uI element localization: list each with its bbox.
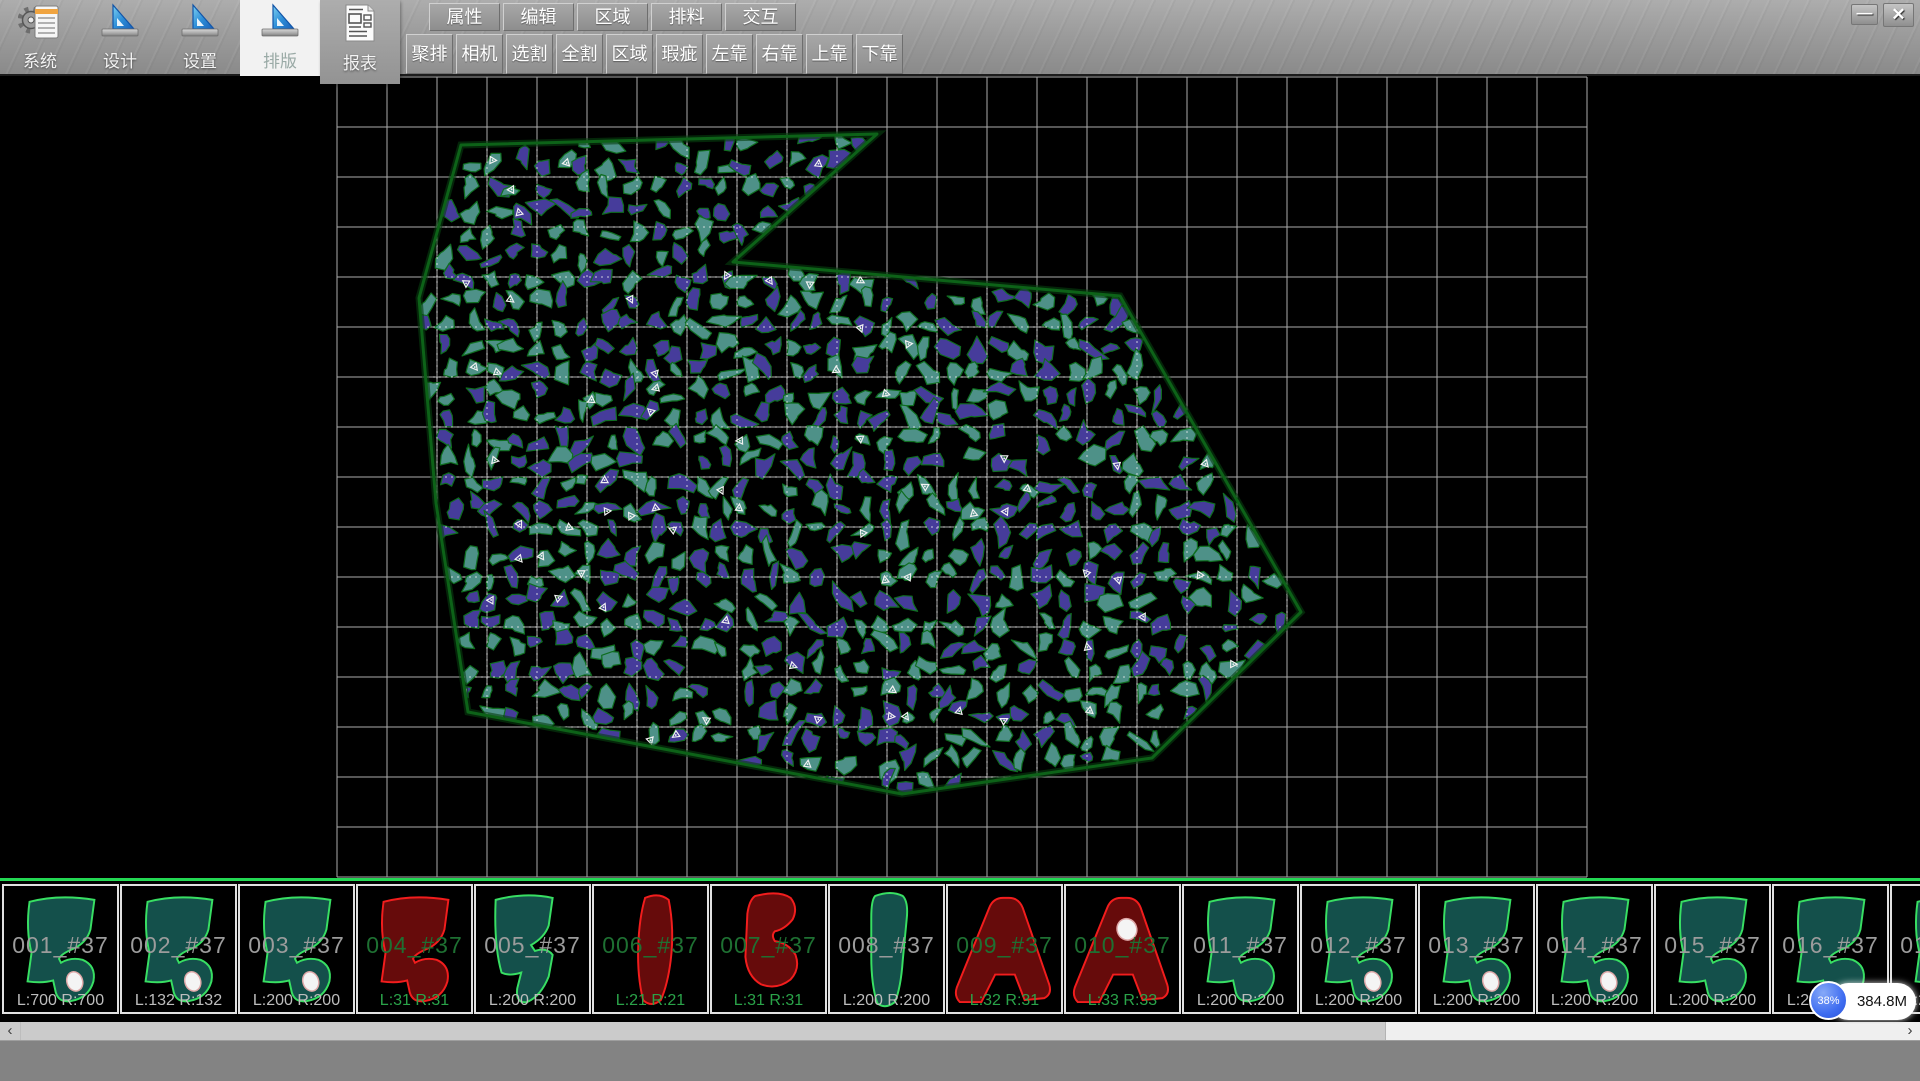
part-lr-count: L:200 R:200 <box>240 992 353 1010</box>
menu-properties-button[interactable]: 属性 <box>429 3 500 31</box>
nav-system-label: 系统 <box>23 47 57 72</box>
thumbnail-cell-002_#37[interactable]: 002_#37 L:132 R:132 <box>120 884 237 1014</box>
menu-row-2: 聚排 相机 选割 全割 区域 瑕疵 左靠 右靠 上靠 下靠 <box>406 34 903 74</box>
nav-layout-label: 排版 <box>263 47 297 72</box>
thumbnail-cell-003_#37[interactable]: 003_#37 L:200 R:200 <box>238 884 355 1014</box>
tool-zone-button[interactable]: 区域 <box>606 34 653 74</box>
part-name: 012_#37 <box>1302 932 1415 959</box>
nav-report-label: 报表 <box>343 49 377 74</box>
part-name: 014_#37 <box>1538 932 1651 959</box>
thumbnail-cell-011_#37[interactable]: 011_#37 L:200 R:200 <box>1182 884 1299 1014</box>
tool-defect-button[interactable]: 瑕疵 <box>656 34 703 74</box>
part-lr-count: L:33 R:33 <box>1066 992 1179 1010</box>
part-name: 017_#37 <box>1892 932 1920 959</box>
menu-nesting-button[interactable]: 排料 <box>651 3 722 31</box>
tool-camera-button[interactable]: 相机 <box>456 34 503 74</box>
part-name: 013_#37 <box>1420 932 1533 959</box>
parts-thumbnail-strip: 001_#37L:700 R:700002_#37L:132 R:132003_… <box>0 878 1920 1022</box>
tool-cluster-nest-button[interactable]: 聚排 <box>406 34 453 74</box>
nav-design-label: 设计 <box>103 47 137 72</box>
system-gear-icon <box>18 3 62 46</box>
memory-percent-indicator: 38% <box>1809 981 1848 1020</box>
close-button[interactable]: ✕ <box>1883 3 1914 27</box>
part-lr-count: L:132 R:132 <box>122 992 235 1010</box>
thumbnail-cell-015_#37[interactable]: 015_#37 L:200 R:200 <box>1654 884 1771 1014</box>
menu-row-1: 属性 编辑 区域 排料 交互 <box>429 3 796 31</box>
part-lr-count: L:31 R:31 <box>712 992 825 1010</box>
part-name: 006_#37 <box>594 932 707 959</box>
thumbnail-cell-014_#37[interactable]: 014_#37 L:200 R:200 <box>1536 884 1653 1014</box>
thumbnail-cell-010_#37[interactable]: 010_#37 L:33 R:33 <box>1064 884 1181 1014</box>
thumbnail-cell-009_#37[interactable]: 009_#37 L:32 R:31 <box>946 884 1063 1014</box>
tool-snap-right-button[interactable]: 右靠 <box>756 34 803 74</box>
thumbnail-cell-006_#37[interactable]: 006_#37 L:21 R:21 <box>592 884 709 1014</box>
thumbnail-scrollbar[interactable]: ‹ › <box>0 1022 1920 1040</box>
part-lr-count: L:200 R:200 <box>476 992 589 1010</box>
part-lr-count: L:700 R:700 <box>4 992 117 1010</box>
part-lr-count: L:200 R:200 <box>1420 992 1533 1010</box>
part-name: 003_#37 <box>240 932 353 959</box>
part-lr-count: L:31 R:31 <box>358 992 471 1010</box>
design-triangle-ruler-icon <box>98 3 142 46</box>
tool-snap-bottom-button[interactable]: 下靠 <box>856 34 903 74</box>
part-name: 001_#37 <box>4 932 117 959</box>
part-name: 005_#37 <box>476 932 589 959</box>
nav-system-button[interactable]: 系统 <box>0 0 80 76</box>
layout-triangle-ruler-icon <box>258 3 302 46</box>
part-lr-count: L:200 R:200 <box>1656 992 1769 1010</box>
scroll-right-arrow-icon[interactable]: › <box>1900 1022 1920 1040</box>
thumbnail-cell-007_#37[interactable]: 007_#37 L:31 R:31 <box>710 884 827 1014</box>
tool-select-cut-button[interactable]: 选割 <box>506 34 553 74</box>
part-name: 009_#37 <box>948 932 1061 959</box>
memory-percent: 38% <box>1817 995 1839 1007</box>
scroll-left-arrow-icon[interactable]: ‹ <box>0 1022 21 1040</box>
part-name: 004_#37 <box>358 932 471 959</box>
tool-snap-left-button[interactable]: 左靠 <box>706 34 753 74</box>
part-lr-count: L:32 R:31 <box>948 992 1061 1010</box>
nesting-canvas[interactable] <box>0 76 1920 878</box>
thumbnail-cell-013_#37[interactable]: 013_#37 L:200 R:200 <box>1418 884 1535 1014</box>
nav-design-button[interactable]: 设计 <box>80 0 160 76</box>
settings-triangle-ruler-icon <box>178 3 222 46</box>
report-document-icon <box>338 3 382 48</box>
nav-layout-button[interactable]: 排版 <box>240 0 320 76</box>
part-name: 015_#37 <box>1656 932 1769 959</box>
thumbnail-cell-001_#37[interactable]: 001_#37 L:700 R:700 <box>2 884 119 1014</box>
thumbnail-cell-012_#37[interactable]: 012_#37 L:200 R:200 <box>1300 884 1417 1014</box>
minimize-button[interactable]: — <box>1851 4 1878 25</box>
menu-region-button[interactable]: 区域 <box>577 3 648 31</box>
nav-settings-label: 设置 <box>183 47 217 72</box>
nav-report-button[interactable]: 报表 <box>320 0 400 84</box>
menu-interact-button[interactable]: 交互 <box>725 3 796 31</box>
main-nav: 系统 设计 设置 排版 <box>0 0 400 76</box>
tool-cut-all-button[interactable]: 全割 <box>556 34 603 74</box>
part-name: 010_#37 <box>1066 932 1179 959</box>
thumbnail-cell-004_#37[interactable]: 004_#37 L:31 R:31 <box>356 884 473 1014</box>
part-name: 008_#37 <box>830 932 943 959</box>
thumbnail-cell-008_#37[interactable]: 008_#37 L:200 R:200 <box>828 884 945 1014</box>
thumbnail-cell-005_#37[interactable]: 005_#37 L:200 R:200 <box>474 884 591 1014</box>
status-bar <box>0 1040 1920 1081</box>
part-name: 007_#37 <box>712 932 825 959</box>
part-lr-count: L:200 R:200 <box>1302 992 1415 1010</box>
menu-edit-button[interactable]: 编辑 <box>503 3 574 31</box>
part-name: 011_#37 <box>1184 932 1297 959</box>
strip-top-border <box>0 878 1920 881</box>
part-name: 016_#37 <box>1774 932 1887 959</box>
part-lr-count: L:21 R:21 <box>594 992 707 1010</box>
part-lr-count: L:200 R:200 <box>1184 992 1297 1010</box>
memory-value: 384.8M <box>1857 993 1907 1010</box>
nav-settings-button[interactable]: 设置 <box>160 0 240 76</box>
part-name: 002_#37 <box>122 932 235 959</box>
scrollbar-thumb[interactable] <box>0 1022 1386 1040</box>
nested-pieces <box>412 125 1285 794</box>
tool-snap-top-button[interactable]: 上靠 <box>806 34 853 74</box>
part-lr-count: L:200 R:200 <box>830 992 943 1010</box>
part-lr-count: L:200 R:200 <box>1538 992 1651 1010</box>
